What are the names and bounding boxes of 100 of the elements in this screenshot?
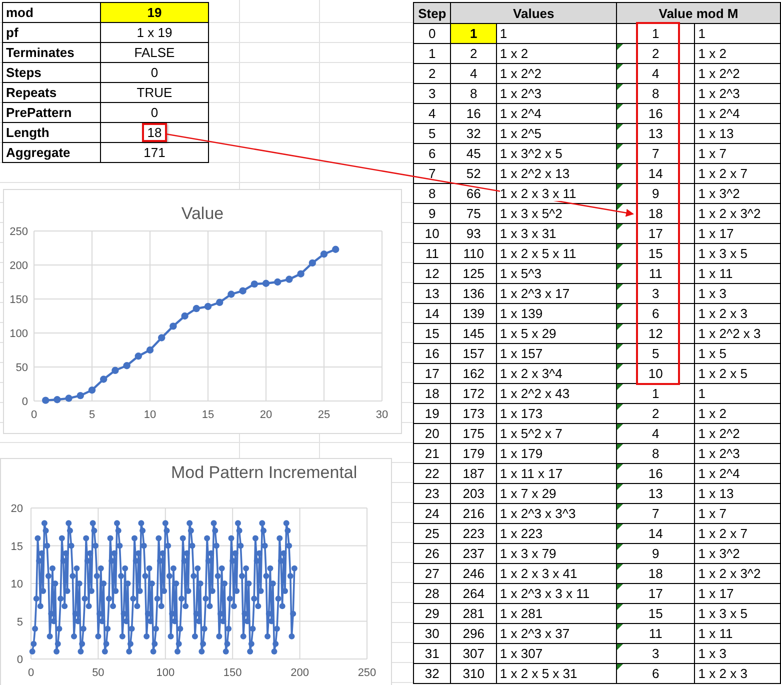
table-cell: 1 x 2 x 3	[694, 664, 780, 684]
table-cell: 21	[414, 444, 451, 464]
table-cell: 1 x 2^2	[496, 64, 616, 84]
table-cell: 1 x 2 x 5 x 31	[496, 664, 616, 684]
table-cell: 2	[616, 404, 695, 424]
column-header: Values	[450, 2, 616, 24]
table-cell: 1 x 179	[496, 444, 616, 464]
chart-title: Mod Pattern Incremental	[171, 463, 358, 483]
table-cell: 136	[450, 284, 496, 304]
table-cell: 1 x 11 x 17	[496, 464, 616, 484]
table-cell: 17	[616, 584, 695, 604]
table-cell: 3	[616, 284, 695, 304]
tick-label: 50	[92, 667, 104, 679]
column-header: Value mod M	[616, 2, 780, 24]
table-cell: 1 x 2^3 x 3 x 11	[496, 584, 616, 604]
table-cell: 237	[450, 544, 496, 564]
table-cell: 1 x 2^3	[694, 84, 780, 104]
table-cell: 1 x 173	[496, 404, 616, 424]
table-cell: 1 x 7	[694, 144, 780, 164]
table-cell: 1 x 2^2 x 43	[496, 384, 616, 404]
tick-label: 100	[156, 667, 175, 679]
table-cell: 1 x 11	[694, 264, 780, 284]
table-cell: 1 x 3^2	[694, 184, 780, 204]
table-cell: 3	[616, 644, 695, 664]
table-cell: 157	[450, 344, 496, 364]
table-cell: 1 x 2 x 3^2	[694, 204, 780, 224]
table-cell: 27	[414, 564, 451, 584]
table-cell: 9	[616, 184, 695, 204]
table-cell: 26	[414, 544, 451, 564]
table-cell: 1 x 2^2	[694, 424, 780, 444]
table-cell: 6	[616, 664, 695, 684]
table-cell: 20	[414, 424, 451, 444]
table-cell: 223	[450, 524, 496, 544]
table-cell: 1 x 2^3 x 37	[496, 624, 616, 644]
table-cell: 1 x 2 x 3 x 11	[496, 184, 616, 204]
table-cell: 1 x 19	[100, 22, 208, 42]
table-cell: 14	[616, 524, 695, 544]
table-cell: 1 x 7 x 29	[496, 484, 616, 504]
table-cell: 32	[414, 664, 451, 684]
table-cell: 15	[414, 324, 451, 344]
table-cell: 1 x 2	[496, 44, 616, 64]
tick-label: 250	[358, 667, 376, 679]
tick-label: 15	[202, 409, 214, 421]
tick-label: 200	[10, 260, 28, 272]
table-cell: 13	[616, 124, 695, 144]
table-cell: 172	[450, 384, 496, 404]
table-cell: 19	[100, 2, 208, 22]
table-cell: 1 x 3 x 5^2	[496, 204, 616, 224]
table-cell: 23	[414, 484, 451, 504]
table-cell: 12	[414, 264, 451, 284]
table-cell: pf	[2, 22, 100, 42]
table-cell: 14	[616, 164, 695, 184]
table-cell: 1 x 157	[496, 344, 616, 364]
table-cell: 125	[450, 264, 496, 284]
table-cell: mod	[2, 2, 100, 22]
table-cell: 1 x 5^2 x 7	[496, 424, 616, 444]
tick-label: 25	[318, 409, 330, 421]
table-cell: 110	[450, 244, 496, 264]
table-cell: 2	[414, 64, 451, 84]
table-cell: 19	[414, 404, 451, 424]
table-cell: FALSE	[100, 42, 208, 62]
table-cell: PrePattern	[2, 102, 100, 122]
table-cell: 11	[616, 264, 695, 284]
table-cell: 1 x 17	[694, 584, 780, 604]
table-cell: 179	[450, 444, 496, 464]
table-cell: 7	[616, 144, 695, 164]
table-cell: 18	[414, 384, 451, 404]
column-header: Step	[414, 2, 451, 24]
table-cell: 1 x 2^5	[496, 124, 616, 144]
tick-label: 0	[22, 396, 28, 408]
table-cell: 16	[616, 104, 695, 124]
table-cell: 2	[450, 44, 496, 64]
table-cell: 246	[450, 564, 496, 584]
table-cell: 307	[450, 644, 496, 664]
table-cell: 310	[450, 664, 496, 684]
table-cell: 9	[414, 204, 451, 224]
tick-label: 10	[10, 578, 23, 590]
tick-label: 0	[30, 409, 38, 421]
table-cell: 1 x 2 x 3^4	[496, 364, 616, 384]
table-cell: 13	[414, 284, 451, 304]
table-cell: 1 x 2^4	[694, 104, 780, 124]
table-cell: 1 x 2 x 7	[694, 164, 780, 184]
table-cell: 139	[450, 304, 496, 324]
table-cell: 1 x 281	[496, 604, 616, 624]
tick-label: 30	[376, 409, 388, 421]
table-cell: 1 x 5 x 29	[496, 324, 616, 344]
table-cell: 203	[450, 484, 496, 504]
table-cell: 1 x 3^2	[694, 544, 780, 564]
table-cell: 2	[616, 44, 695, 64]
table-cell: 1 x 2 x 5 x 11	[496, 244, 616, 264]
table-cell: 18	[616, 204, 695, 224]
table-cell: 3	[414, 84, 451, 104]
table-cell: 1	[694, 24, 780, 44]
table-cell: 1 x 139	[496, 304, 616, 324]
table-cell: 1 x 307	[496, 644, 616, 664]
table-cell: 4	[616, 64, 695, 84]
table-cell: 15	[616, 244, 695, 264]
table-cell: Terminates	[2, 42, 100, 62]
table-cell: Length	[2, 122, 100, 142]
table-cell: 1 x 2^2	[694, 64, 780, 84]
